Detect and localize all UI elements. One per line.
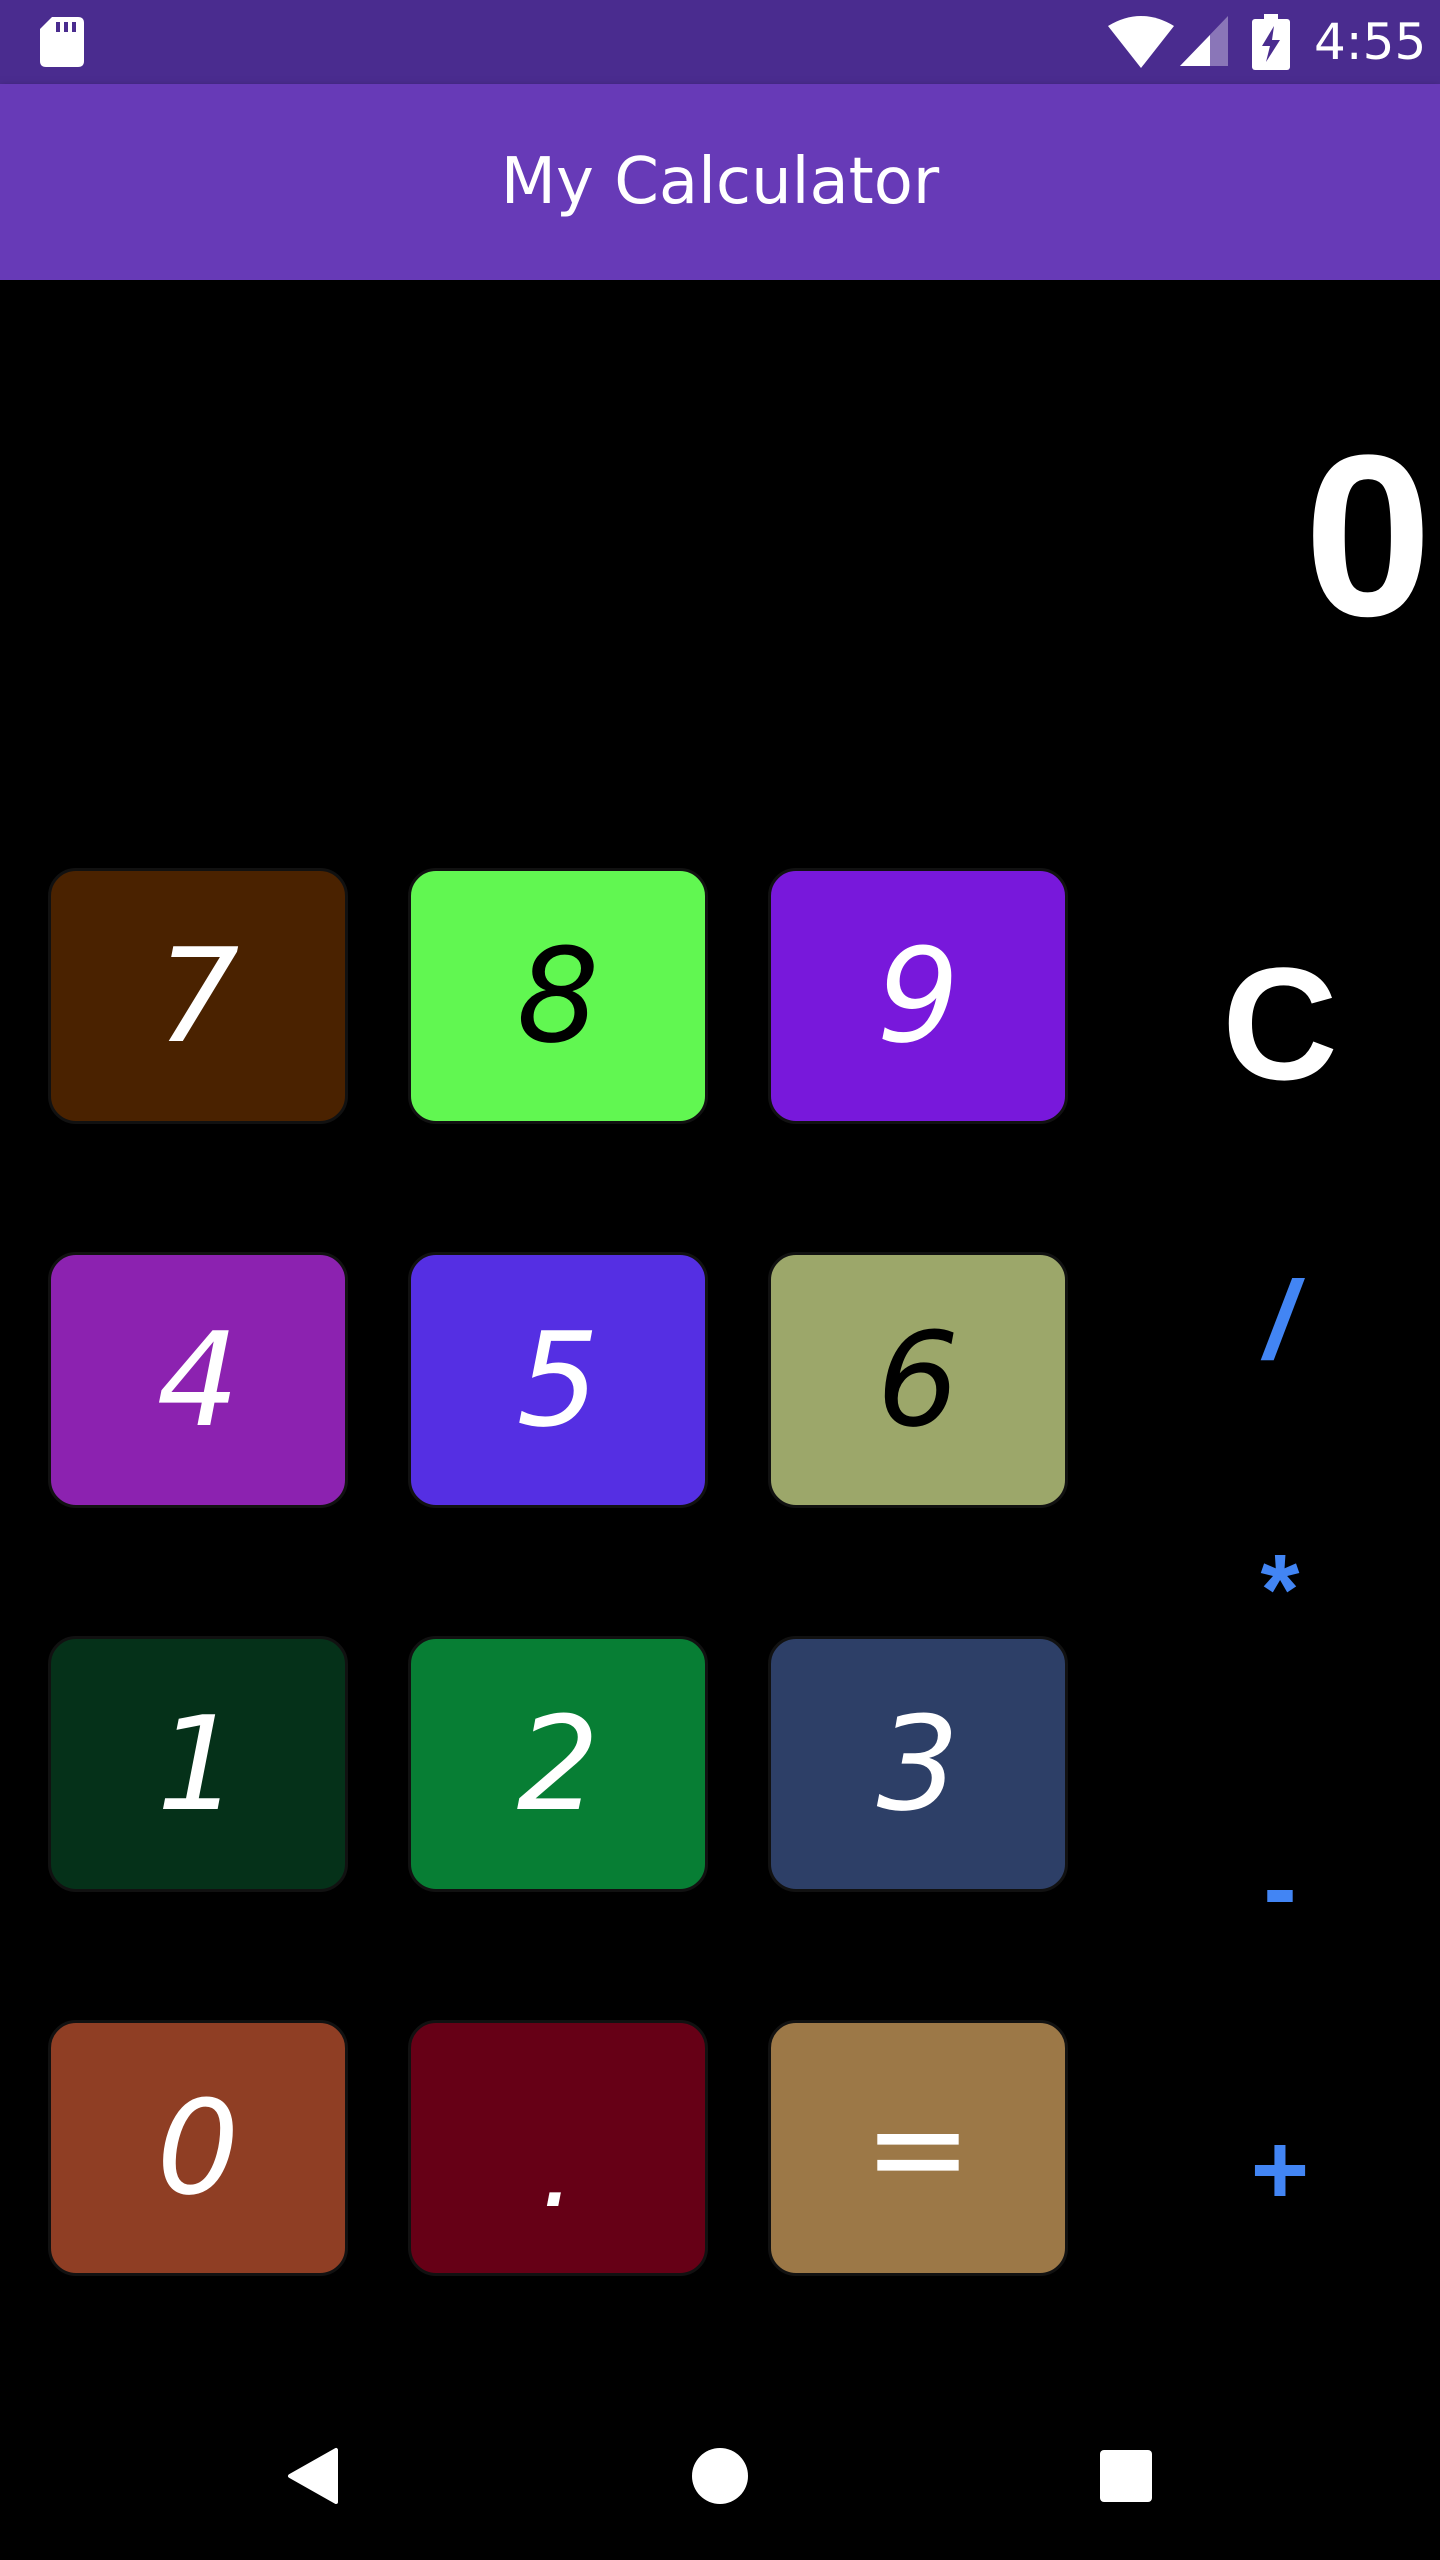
clear-button[interactable]: C [1180, 934, 1380, 1113]
sd-card-icon [40, 17, 84, 67]
key-equals[interactable]: = [768, 2020, 1068, 2276]
add-button[interactable]: + [1180, 2090, 1380, 2250]
calculator-screen: 4:55 My Calculator 0 7 8 9 4 5 6 1 2 3 0… [0, 0, 1440, 2560]
key-3[interactable]: 3 [768, 1636, 1068, 1892]
navigation-bar [0, 2392, 1440, 2560]
back-icon[interactable] [284, 2446, 344, 2506]
signal-icon [1180, 16, 1228, 66]
result-display: 0 [1304, 407, 1432, 664]
battery-charging-icon [1252, 14, 1290, 70]
key-2[interactable]: 2 [408, 1636, 708, 1892]
recents-icon[interactable] [1098, 2448, 1154, 2504]
app-bar: My Calculator [0, 84, 1440, 280]
status-clock: 4:55 [1314, 13, 1427, 71]
multiply-button[interactable]: * [1180, 1510, 1380, 1670]
subtract-button[interactable]: - [1180, 1808, 1380, 1968]
key-0[interactable]: 0 [48, 2020, 348, 2276]
home-icon[interactable] [690, 2446, 750, 2506]
key-4[interactable]: 4 [48, 1252, 348, 1508]
key-1[interactable]: 1 [48, 1636, 348, 1892]
key-7[interactable]: 7 [48, 868, 348, 1124]
divide-button[interactable]: / [1180, 1240, 1380, 1400]
status-bar: 4:55 [0, 0, 1440, 84]
key-decimal[interactable]: . [408, 2020, 708, 2276]
key-8[interactable]: 8 [408, 868, 708, 1124]
wifi-icon [1108, 16, 1174, 68]
key-6[interactable]: 6 [768, 1252, 1068, 1508]
app-title: My Calculator [500, 145, 940, 219]
key-5[interactable]: 5 [408, 1252, 708, 1508]
key-9[interactable]: 9 [768, 868, 1068, 1124]
